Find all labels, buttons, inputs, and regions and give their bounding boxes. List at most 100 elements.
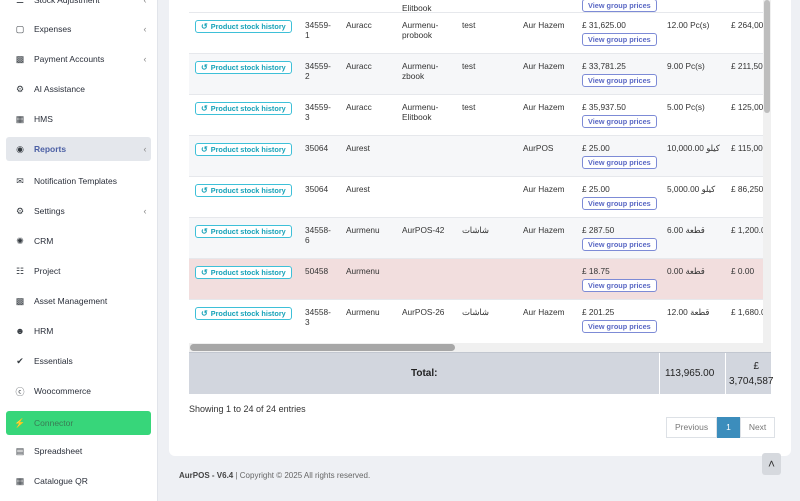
reports-icon: ◉ <box>16 143 24 154</box>
unit-price: £ 25.00 <box>582 184 610 194</box>
unit-price: £ 25.00 <box>582 143 610 153</box>
location-cell: Aur Hazem <box>517 176 576 218</box>
sidebar-item-woocommerce[interactable]: ⓒ Woocommerce <box>6 379 151 403</box>
page-1-button[interactable]: 1 <box>717 417 740 438</box>
table-row: ↺ Product stock history 34559-2 Auracc Aurme… <box>189 53 770 95</box>
stock-table-wrapper: Elitbook View group prices ↺ Product stoc… <box>189 0 771 343</box>
sidebar-item-label: Payment Accounts <box>34 54 105 64</box>
chevron-left-icon: ‹ <box>143 24 147 34</box>
product-cell: Elitbook <box>402 3 432 13</box>
variation-cell: شاشات <box>456 299 517 341</box>
sku-cell: 50458 <box>299 258 340 300</box>
product-stock-history-button[interactable]: ↺ Product stock history <box>195 102 292 115</box>
sidebar-item-connector[interactable]: ⚡ Connector <box>6 411 151 435</box>
product-stock-history-button[interactable]: ↺ Product stock history <box>195 20 292 33</box>
previous-button[interactable]: Previous <box>666 417 718 438</box>
sidebar-item-settings[interactable]: ⚙ Settings ‹ <box>6 199 151 223</box>
table-row: Elitbook View group prices <box>189 0 770 13</box>
sidebar-item-hrm[interactable]: ☻ HRM <box>6 319 151 343</box>
stock-quantity-cell: 9.00 Pc(s) <box>661 53 725 95</box>
unit-price: £ 201.25 <box>582 307 615 317</box>
view-group-prices-button[interactable]: View group prices <box>582 320 657 333</box>
sidebar-item-ai-assistance[interactable]: ⚙ AI Assistance <box>6 77 151 101</box>
horizontal-scrollbar[interactable] <box>189 343 771 352</box>
view-group-prices-button[interactable]: View group prices <box>582 279 657 292</box>
product-stock-history-button[interactable]: ↺ Product stock history <box>195 61 292 74</box>
table-row: ↺ Product stock history 34559-3 Auracc Aurme… <box>189 94 770 136</box>
view-group-prices-button[interactable]: View group prices <box>582 74 657 87</box>
business-cell: Aurest <box>340 176 396 218</box>
sidebar-item-label: CRM <box>34 236 54 246</box>
sidebar-item-label: Spreadsheet <box>34 446 83 456</box>
variation-cell: test <box>456 12 517 54</box>
view-group-prices-button[interactable]: View group prices <box>582 156 657 169</box>
total-quantity: 113,965.00 <box>665 368 715 379</box>
product-stock-history-button[interactable]: ↺ Product stock history <box>195 307 292 320</box>
business-cell: Aurmenu <box>340 258 396 300</box>
divider <box>725 353 726 395</box>
sidebar-item-reports[interactable]: ◉ Reports ‹ <box>6 137 151 161</box>
total-row: Total: 113,965.00 £ 3,704,587 <box>189 352 774 395</box>
chevron-left-icon: ‹ <box>143 144 147 154</box>
view-group-prices-button[interactable]: View group prices <box>582 33 657 46</box>
back-to-top-button[interactable]: ˄ <box>762 453 781 475</box>
sidebar-item-project[interactable]: ☷ Project <box>6 259 151 283</box>
pagination: Previous 1 Next <box>666 417 776 438</box>
business-cell: Aurmenu <box>340 299 396 341</box>
product-stock-history-button[interactable]: ↺ Product stock history <box>195 184 292 197</box>
variation-cell: شاشات <box>456 217 517 259</box>
location-cell: AurPOS <box>517 135 576 177</box>
sidebar-item-crm[interactable]: ✺ CRM <box>6 229 151 253</box>
next-button[interactable]: Next <box>739 417 776 438</box>
view-group-prices-button[interactable]: View group prices <box>582 115 657 128</box>
sidebar-item-spreadsheet[interactable]: ▤ Spreadsheet <box>6 439 151 463</box>
view-group-prices-button[interactable]: View group prices <box>582 197 657 210</box>
footer-copyright: | Copyright © 2025 All rights reserved. <box>233 471 371 480</box>
sidebar-item-label: Stock Adjustment <box>34 0 100 5</box>
location-cell: Aur Hazem <box>517 53 576 95</box>
product-stock-history-button[interactable]: ↺ Product stock history <box>195 266 292 279</box>
unit-price: £ 287.50 <box>582 225 615 235</box>
sidebar-item-notification-templates[interactable]: ✉ Notification Templates <box>6 169 151 193</box>
view-group-prices-button[interactable]: View group prices <box>582 0 657 12</box>
sku-cell: 34558-3 <box>299 299 340 341</box>
horizontal-scroll-thumb[interactable] <box>190 344 455 351</box>
sidebar-item-payment-accounts[interactable]: ▩ Payment Accounts ‹ <box>6 47 151 71</box>
history-icon: ↺ <box>201 104 208 113</box>
stock-quantity-cell: 12.00 Pc(s) <box>661 12 725 54</box>
sidebar-item-hms[interactable]: ▦ HMS <box>6 107 151 131</box>
sidebar-item-label: AI Assistance <box>34 84 86 94</box>
unit-price: £ 35,937.50 <box>582 102 626 112</box>
product-stock-history-button[interactable]: ↺ Product stock history <box>195 225 292 238</box>
business-cell: Auracc <box>340 12 396 54</box>
sidebar-item-stock-adjustment[interactable]: ☰ Stock Adjustment ‹ <box>6 0 151 12</box>
sidebar-item-catalogue-qr[interactable]: ▦ Catalogue QR <box>6 469 151 493</box>
check-circle-icon: ✔ <box>16 355 24 366</box>
vertical-scroll-thumb[interactable] <box>764 0 770 113</box>
table-row: ↺ Product stock history 35064 Aurest AurPOS £… <box>189 135 770 177</box>
location-cell: Aur Hazem <box>517 12 576 54</box>
stock-report-table: Elitbook View group prices ↺ Product stoc… <box>189 0 770 341</box>
view-group-prices-button[interactable]: View group prices <box>582 238 657 251</box>
vertical-scrollbar[interactable] <box>763 0 771 343</box>
sidebar-item-expenses[interactable]: ▢ Expenses ‹ <box>6 17 151 41</box>
location-cell: Aur Hazem <box>517 299 576 341</box>
sidebar-item-label: HRM <box>34 326 54 336</box>
sidebar-item-essentials[interactable]: ✔ Essentials <box>6 349 151 373</box>
table-row: ↺ Product stock history 34558-6 Aurmenu AurP… <box>189 217 770 259</box>
entries-info: Showing 1 to 24 of 24 entries <box>189 404 306 414</box>
variation-cell: test <box>456 94 517 136</box>
table-row: ↺ Product stock history 34559-1 Auracc Aurme… <box>189 12 770 54</box>
total-value: £ 3,704,587 <box>729 361 774 387</box>
sidebar-item-asset-management[interactable]: ▩ Asset Management <box>6 289 151 313</box>
variation-cell <box>456 258 517 300</box>
sku-cell: 34559-3 <box>299 94 340 136</box>
gear-icon: ⚙ <box>15 205 25 216</box>
history-icon: ↺ <box>201 186 208 195</box>
payment-accounts-icon: ▩ <box>15 53 25 64</box>
divider <box>659 353 660 395</box>
sidebar-item-label: Reports <box>34 144 67 154</box>
chevron-up-icon: ˄ <box>767 457 775 471</box>
location-cell <box>517 258 576 300</box>
product-stock-history-button[interactable]: ↺ Product stock history <box>195 143 292 156</box>
